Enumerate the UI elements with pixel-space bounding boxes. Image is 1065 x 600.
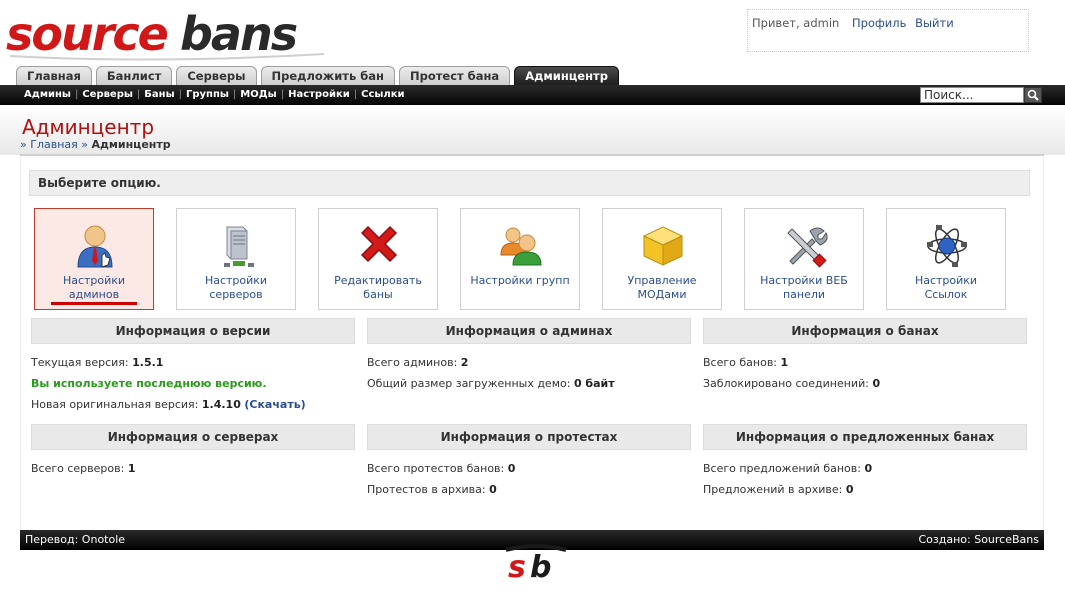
total-submissions-value: 0 [864, 462, 873, 475]
svg-text:b: b [530, 550, 551, 582]
total-servers-row: Всего серверов: 1 [31, 462, 136, 475]
option-label: Редактировать [334, 274, 422, 287]
option-label: панели [782, 288, 826, 301]
breadcrumb-home[interactable]: Главная [30, 138, 78, 151]
option-edit-bans[interactable]: Редактировать баны [318, 208, 438, 310]
current-version-row: Текущая версия: 1.5.1 [31, 356, 164, 369]
svg-text:source: source [6, 7, 168, 61]
red-x-icon [360, 225, 398, 263]
subnav-links[interactable]: Ссылки [357, 85, 408, 105]
footer-credits: Создано: SourceBans [918, 533, 1039, 546]
sb-footer-logo[interactable]: s b [504, 544, 568, 582]
group-icon [500, 227, 542, 266]
total-admins-value: 2 [460, 356, 469, 369]
download-link[interactable]: (Скачать) [244, 398, 305, 411]
network-icon [927, 225, 967, 267]
option-mod-management[interactable]: Управление МОДами [602, 208, 722, 310]
option-server-settings[interactable]: Настройки серверов [176, 208, 296, 310]
active-underline [51, 302, 137, 305]
total-admins-row: Всего админов: 2 [367, 356, 469, 369]
option-label: Настройки [204, 274, 268, 287]
option-label: Ссылок [924, 288, 968, 301]
bans-info-header: Информация о банах [703, 318, 1027, 344]
version-status: Вы используете последнюю версию. [31, 377, 267, 390]
protests-info-header: Информация о протестах [367, 424, 691, 450]
logout-link[interactable]: Выйти [915, 16, 954, 30]
tab-banlist[interactable]: Банлист [95, 66, 173, 85]
subnav-servers[interactable]: Серверы [78, 85, 137, 105]
subnav-mods[interactable]: МОДы [236, 85, 280, 105]
breadcrumb: » Главная » Админцентр [20, 138, 171, 151]
total-bans-value: 1 [780, 356, 789, 369]
subnav-bans[interactable]: Баны [140, 85, 178, 105]
box-icon [642, 226, 684, 266]
tab-servers[interactable]: Серверы [176, 66, 257, 85]
choose-option-heading: Выберите опцию. [29, 170, 1030, 196]
tab-admin-center[interactable]: Админцентр [514, 66, 619, 87]
sourcebans-logo[interactable]: source bans [4, 4, 334, 64]
current-version-value: 1.5.1 [132, 356, 164, 369]
demo-size-row: Общий размер загруженных демо: 0 байт [367, 377, 615, 390]
option-label: Настройки [914, 274, 978, 287]
tab-submit-ban[interactable]: Предложить бан [260, 66, 395, 85]
admins-info-header: Информация о админах [367, 318, 691, 344]
archived-protests-row: Протестов в архива: 0 [367, 483, 497, 496]
profile-link[interactable]: Профиль [852, 16, 906, 30]
admin-subnav: Админы | Серверы | Баны | Группы | МОДы | Нас… [0, 85, 1065, 105]
total-submissions-row: Всего предложений банов: 0 [703, 462, 873, 475]
footer-translation: Перевод: Onotole [25, 533, 126, 546]
tools-icon [787, 227, 828, 268]
breadcrumb-current: Админцентр [91, 138, 171, 151]
option-link-settings[interactable]: Настройки Ссылок [886, 208, 1006, 310]
total-protests-row: Всего протестов банов: 0 [367, 462, 516, 475]
search-button[interactable] [1024, 87, 1042, 103]
archived-submissions-value: 0 [845, 483, 854, 496]
option-label: Управление [627, 274, 697, 287]
subnav-admins[interactable]: Админы [20, 85, 75, 105]
option-admin-settings[interactable]: Настройки админов [34, 208, 154, 310]
svg-text:bans: bans [180, 7, 297, 61]
main-tabs: Главная Банлист Серверы Предложить бан П… [16, 66, 623, 87]
option-label: серверов [209, 288, 263, 301]
option-label: Настройки [62, 274, 126, 287]
greeting: Привет, admin [752, 16, 840, 30]
option-label: админов [68, 288, 120, 301]
total-protests-value: 0 [507, 462, 516, 475]
archived-protests-value: 0 [489, 483, 497, 496]
submissions-info-header: Информация о предложенных банах [703, 424, 1027, 450]
magnifier-icon [1027, 89, 1039, 101]
option-label: Настройки ВЕБ [760, 274, 848, 287]
search-input[interactable] [920, 87, 1024, 103]
tab-protest-ban[interactable]: Протест бана [398, 66, 511, 85]
admin-user-icon [77, 225, 113, 268]
option-label: баны [363, 288, 393, 301]
total-bans-row: Всего банов: 1 [703, 356, 789, 369]
demo-size-value: 0 байт [573, 377, 615, 390]
subnav-groups[interactable]: Группы [182, 85, 233, 105]
new-version-row: Новая оригинальная версия: 1.4.10 (Скача… [31, 398, 306, 411]
svg-text:s: s [508, 550, 526, 582]
blocked-connections-row: Заблокировано соединений: 0 [703, 377, 881, 390]
page-title: Админцентр [22, 115, 155, 139]
archived-submissions-row: Предложений в архиве: 0 [703, 483, 854, 496]
new-version-value: 1.4.10 [201, 398, 241, 411]
tab-home[interactable]: Главная [16, 66, 92, 85]
version-info-header: Информация о версии [31, 318, 355, 344]
blocked-connections-value: 0 [872, 377, 881, 390]
option-group-settings[interactable]: Настройки групп [460, 208, 580, 310]
option-label: Настройки групп [470, 274, 570, 287]
user-box: Привет, admin Профиль Выйти [747, 9, 1029, 52]
total-servers-value: 1 [127, 462, 136, 475]
subnav-settings[interactable]: Настройки [284, 85, 354, 105]
option-label: МОДами [637, 288, 687, 301]
servers-info-header: Информация о серверах [31, 424, 355, 450]
option-web-panel-settings[interactable]: Настройки ВЕБ панели [744, 208, 864, 310]
server-icon [224, 226, 254, 267]
